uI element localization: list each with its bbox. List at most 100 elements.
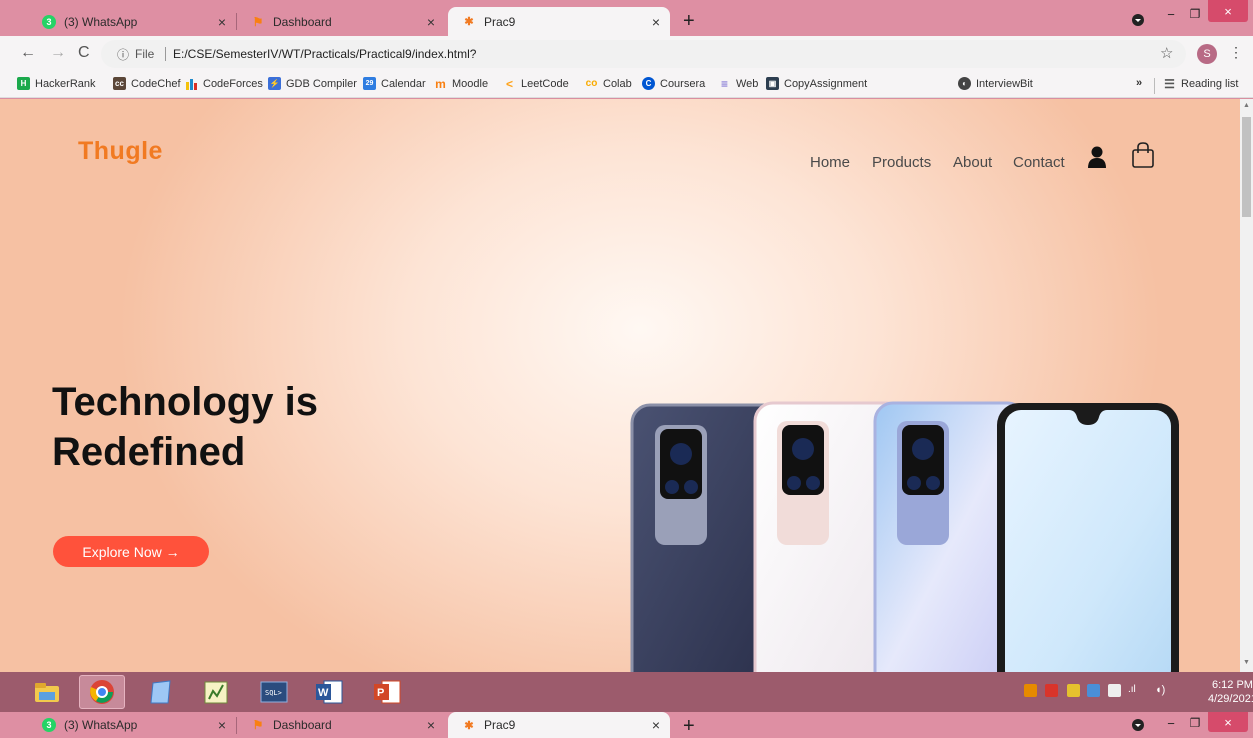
hero-title-line1: Technology is [52, 380, 318, 424]
close-tab-icon[interactable]: × [218, 14, 226, 30]
bookmark-label: GDB Compiler [286, 77, 357, 90]
bookmark-calendar[interactable]: 29 Calendar [363, 77, 426, 90]
bookmark-interviewbit[interactable]: ◐ InterviewBit [958, 77, 1033, 90]
shopping-bag-icon[interactable] [1131, 141, 1155, 174]
tab-prac9[interactable]: ✱ Prac9 × [448, 712, 670, 738]
close-tab-icon[interactable]: × [427, 717, 435, 733]
reading-list-icon: ☰ [1164, 76, 1175, 91]
menu-icon[interactable]: ⋮ [1229, 44, 1243, 61]
bookmark-leetcode[interactable]: < LeetCode [503, 77, 569, 91]
vertical-scrollbar[interactable]: ▲ ▼ [1240, 99, 1253, 672]
tray-battery-icon[interactable] [1108, 684, 1121, 697]
browser-toolbar: ← → C ⓘ File E:/CSE/SemesterIV/WT/Practi… [0, 36, 1253, 72]
file-explorer-icon[interactable] [24, 675, 70, 709]
new-tab-button[interactable]: + [683, 10, 695, 33]
bookmark-hackerrank[interactable]: H HackerRank [17, 77, 96, 90]
project-icon[interactable] [193, 675, 239, 709]
bookmark-web[interactable]: ≡ Web [718, 77, 759, 91]
bookmark-star-icon[interactable]: ☆ [1160, 44, 1173, 62]
bookmark-codechef[interactable]: cc CodeChef [113, 77, 181, 90]
info-icon[interactable]: ⓘ [117, 46, 129, 63]
tray-app-icon[interactable] [1024, 684, 1037, 697]
bookmark-label: HackerRank [35, 77, 96, 90]
restore-icon[interactable]: ❐ [1184, 712, 1206, 734]
moodle-icon: m [435, 76, 446, 91]
tab-dashboard[interactable]: ⚑ Dashboard × [237, 7, 445, 36]
bookmark-label: Colab [603, 77, 632, 90]
bookmark-moodle[interactable]: m Moodle [434, 76, 489, 91]
bookmark-label: InterviewBit [976, 77, 1033, 90]
powerpoint-icon[interactable]: P [364, 675, 410, 709]
restore-icon[interactable]: ❐ [1184, 0, 1206, 28]
bookmark-label: CodeChef [131, 77, 181, 90]
close-tab-icon[interactable]: × [652, 14, 660, 30]
url-text[interactable]: E:/CSE/SemesterIV/WT/Practicals/Practica… [173, 47, 476, 61]
bookmark-coursera[interactable]: C Coursera [642, 77, 705, 90]
bookmark-codeforces[interactable]: CodeForces [185, 77, 263, 90]
profile-avatar[interactable]: S [1197, 44, 1217, 64]
explore-now-button[interactable]: Explore Now → [53, 536, 209, 567]
minimize-icon[interactable]: − [1160, 0, 1182, 28]
bookmark-label: Web [736, 77, 759, 90]
bookmarks-separator [1154, 78, 1155, 94]
volume-icon[interactable]: ◖) [1155, 684, 1168, 697]
word-icon[interactable]: W [306, 675, 352, 709]
thugle-icon: ✱ [464, 16, 474, 28]
bookmark-label: Coursera [660, 77, 706, 90]
interviewbit-icon: ◐ [958, 77, 971, 90]
profile-menu-icon[interactable] [1128, 718, 1148, 732]
signal-icon[interactable]: .ıl [1128, 684, 1141, 697]
clock-time: 6:12 PM [1211, 679, 1253, 691]
nav-link-about[interactable]: About [953, 154, 992, 171]
reload-icon[interactable]: C [78, 44, 90, 62]
tray-flag-icon[interactable] [1067, 684, 1080, 697]
profile-menu-icon[interactable] [1128, 6, 1148, 34]
nav-link-home[interactable]: Home [810, 154, 850, 171]
forward-icon[interactable]: → [50, 44, 66, 62]
close-tab-icon[interactable]: × [652, 717, 660, 733]
tray-antivirus-icon[interactable] [1045, 684, 1058, 697]
back-icon[interactable]: ← [20, 44, 36, 62]
tab-title: Dashboard [273, 14, 332, 29]
tray-network-app-icon[interactable] [1087, 684, 1100, 697]
gdb-icon: ⚡ [268, 77, 281, 90]
close-window-icon[interactable]: × [1208, 712, 1248, 732]
tab-whatsapp[interactable]: 3 (3) WhatsApp × [28, 7, 236, 36]
reading-list-button[interactable]: ☰ Reading list [1163, 76, 1239, 91]
windows-taskbar: SQL> W P .ıl ◖) 6:12 PM 4/29/2021 [0, 672, 1253, 712]
tab-title: Prac9 [484, 718, 516, 732]
bookmark-label: Moodle [452, 77, 489, 90]
bookmarks-overflow-button[interactable]: » [1136, 77, 1142, 89]
notepad-icon[interactable] [138, 675, 184, 709]
tab-strip-duplicate: 3 (3) WhatsApp × ⚑ Dashboard × ✱ Prac9 ×… [0, 712, 1253, 738]
bookmark-colab[interactable]: co Colab [585, 77, 632, 90]
address-bar[interactable]: ⓘ File E:/CSE/SemesterIV/WT/Practicals/P… [101, 40, 1186, 68]
minimize-icon[interactable]: − [1160, 712, 1182, 734]
close-window-icon[interactable]: × [1208, 0, 1248, 22]
phones-image [627, 399, 1187, 672]
whatsapp-icon: 3 [42, 14, 56, 29]
tab-title: Prac9 [484, 14, 516, 29]
tab-dashboard[interactable]: ⚑ Dashboard × [237, 712, 445, 738]
tab-prac9[interactable]: ✱ Prac9 × [448, 7, 670, 36]
tab-title: Dashboard [273, 718, 332, 732]
chrome-icon[interactable] [79, 675, 125, 709]
user-icon[interactable] [1087, 145, 1107, 174]
colab-icon: co [585, 78, 598, 89]
reading-list-label: Reading list [1181, 77, 1239, 90]
scroll-up-arrow[interactable]: ▲ [1243, 102, 1250, 109]
sql-icon[interactable]: SQL> [251, 675, 297, 709]
codechef-icon: cc [113, 77, 126, 90]
system-clock[interactable]: 6:12 PM 4/29/2021 [1208, 678, 1253, 706]
nav-link-products[interactable]: Products [872, 154, 931, 171]
nav-link-contact[interactable]: Contact [1013, 154, 1065, 171]
bookmark-gdb-compiler[interactable]: ⚡ GDB Compiler [268, 77, 357, 90]
close-tab-icon[interactable]: × [427, 14, 435, 30]
site-logo[interactable]: Thugle [78, 137, 163, 166]
scroll-thumb[interactable] [1242, 117, 1251, 217]
scroll-down-arrow[interactable]: ▼ [1243, 659, 1250, 666]
close-tab-icon[interactable]: × [218, 717, 226, 733]
bookmark-copyassignment[interactable]: ▣ CopyAssignment [766, 77, 867, 90]
tab-whatsapp[interactable]: 3 (3) WhatsApp × [28, 712, 236, 738]
new-tab-button[interactable]: + [683, 715, 695, 738]
